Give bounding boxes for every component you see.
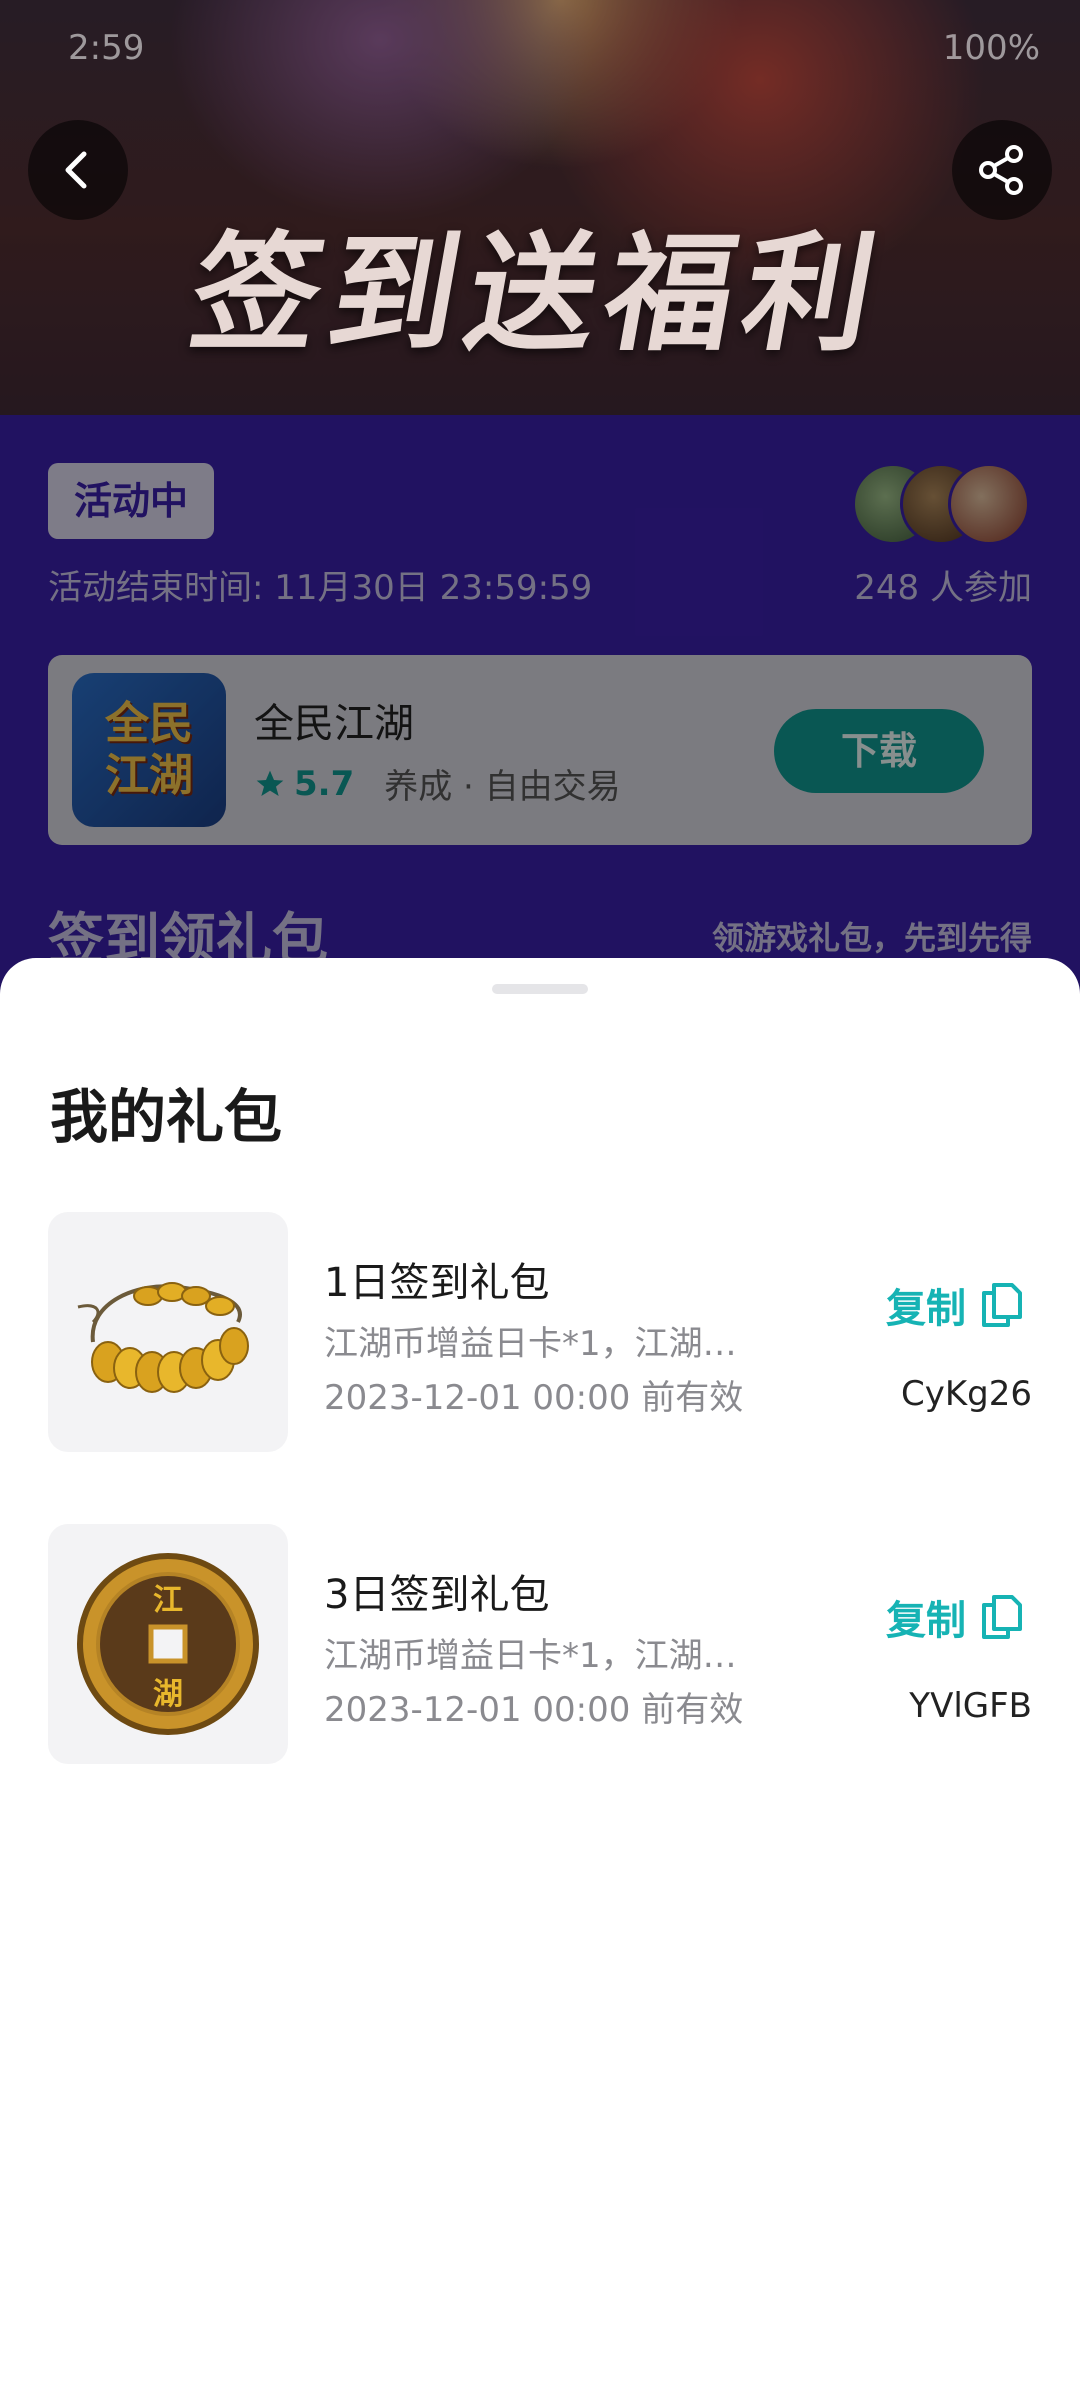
copy-label: 复制 (886, 1286, 966, 1332)
status-bar: 2:59 100% (0, 0, 1080, 95)
sheet-title: 我的礼包 (50, 1083, 283, 1151)
activity-end-time: 活动结束时间: 11月30日 23:59:59 (48, 568, 593, 608)
participant-avatars[interactable] (852, 463, 1032, 545)
copy-icon (982, 1595, 1022, 1639)
banner-title: 签到送福利 (179, 219, 897, 369)
gift-name: 3日签到礼包 (324, 1572, 550, 1618)
gift-thumbnail-coins (48, 1212, 288, 1452)
back-arrow-icon (65, 151, 87, 189)
copy-button[interactable]: 复制 (886, 1276, 1024, 1334)
activity-info: 活动中 活动结束时间: 11月30日 23:59:59 248 人参加 全民 江… (0, 415, 1080, 1015)
gift-code: YVlGFB (909, 1686, 1032, 1726)
ancient-coin-icon: 江 湖 (77, 1553, 259, 1735)
game-card[interactable]: 全民 江湖 全民江湖 5.7 养成 · 自由交易 下载 (48, 655, 1032, 845)
participant-count: 248 人参加 (854, 568, 1032, 608)
coin-string-icon (77, 1282, 249, 1393)
share-icon (979, 145, 1023, 195)
gift-name: 1日签到礼包 (324, 1260, 550, 1306)
star-icon (256, 770, 284, 796)
copy-button[interactable]: 复制 (886, 1588, 1024, 1646)
share-button[interactable] (952, 120, 1052, 220)
battery-level: 100% (942, 28, 1040, 68)
svg-text:江: 江 (153, 1583, 183, 1618)
svg-text:湖: 湖 (153, 1677, 183, 1712)
avatar (948, 463, 1030, 545)
game-meta: 5.7 养成 · 自由交易 (254, 759, 621, 808)
game-logo-text: 全民 (105, 698, 193, 749)
gift-description: 江湖币增益日卡*1，江湖… (324, 1636, 737, 1676)
gift-thumbnail-coin: 江 湖 (48, 1524, 288, 1764)
game-tags: 养成 · 自由交易 (384, 767, 621, 807)
game-name: 全民江湖 (254, 701, 414, 747)
my-gifts-sheet: 我的礼包 1日签到礼包 江湖币增益日卡*1，江湖… 2023-12-01 00: (0, 958, 1080, 2400)
copy-label: 复制 (886, 1598, 966, 1644)
copy-icon (982, 1283, 1022, 1327)
status-time: 2:59 (68, 28, 145, 68)
gift-code: CyKg26 (900, 1374, 1032, 1414)
game-rating: 5.7 (294, 763, 355, 804)
section-subtitle: 领游戏礼包，先到先得 (711, 919, 1032, 957)
gift-item: 1日签到礼包 江湖币增益日卡*1，江湖… 2023-12-01 00:00 前有… (0, 1212, 1080, 1452)
status-badge: 活动中 (48, 463, 215, 539)
game-logo: 全民 江湖 (72, 673, 226, 827)
gift-expiry: 2023-12-01 00:00 前有效 (324, 1690, 744, 1730)
download-button[interactable]: 下载 (774, 709, 984, 793)
drag-handle[interactable] (492, 984, 588, 994)
gift-expiry: 2023-12-01 00:00 前有效 (324, 1378, 744, 1418)
back-button[interactable] (28, 120, 128, 220)
game-logo-text: 江湖 (105, 750, 193, 801)
gift-item: 江 湖 3日签到礼包 江湖币增益日卡*1，江湖… 2023-12-01 00:0… (0, 1524, 1080, 1764)
gift-description: 江湖币增益日卡*1，江湖… (324, 1324, 737, 1364)
